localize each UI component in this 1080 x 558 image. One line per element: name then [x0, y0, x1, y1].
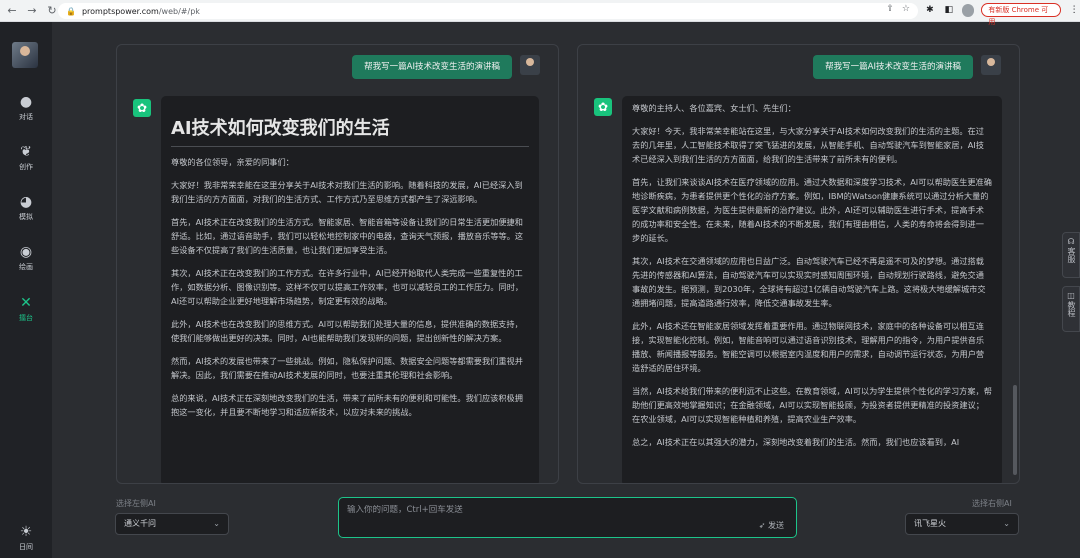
extensions-icon[interactable]: ✱: [924, 5, 936, 15]
send-button[interactable]: ➶ 发送: [759, 520, 784, 531]
scrollbar[interactable]: [1013, 385, 1017, 475]
question-input[interactable]: [347, 505, 727, 515]
address-bar[interactable]: 🔒 promptspower.com /web/#/pk ⇪ ☆: [58, 3, 918, 19]
answer-box: 尊敬的主持人、各位嘉宾、女士们、先生们： 大家好！今天，我非常荣幸能站在这里，与…: [622, 96, 1002, 483]
sidebar-item-label: 绘画: [19, 263, 33, 271]
chat-icon: ●: [19, 94, 33, 110]
question-input-box[interactable]: ➶ 发送: [338, 497, 797, 538]
left-ai-select[interactable]: 通义千问 ⌄: [115, 513, 229, 535]
browser-toolbar: ← → ↻ 🔒 promptspower.com /web/#/pk ⇪ ☆ ✱…: [0, 0, 1080, 26]
right-ai-value: 讯飞星火: [914, 519, 946, 528]
answer-paragraph: 尊敬的各位领导，亲爱的同事们：: [171, 157, 294, 167]
sidebar-item-daymode[interactable]: ☀ 日间: [0, 524, 52, 552]
chevron-down-icon: ⌄: [1003, 519, 1010, 528]
sidebar-item-label: 模拟: [19, 213, 33, 221]
forward-icon[interactable]: →: [24, 3, 40, 19]
star-icon[interactable]: ☆: [902, 4, 910, 14]
avatar[interactable]: [12, 42, 38, 68]
answer-paragraph: 首先，让我们来谈谈AI技术在医疗领域的应用。通过大数据和深度学习技术，AI可以帮…: [632, 177, 992, 243]
left-ai-value: 通义千问: [124, 519, 156, 528]
lock-icon: 🔒: [66, 6, 76, 16]
answer-paragraph: 其次，AI技术正在改变我们的工作方式。在许多行业中，AI已经开始取代人类完成一些…: [171, 268, 524, 306]
tab-label: 教程: [1067, 301, 1076, 317]
sidebar-item-label: 日间: [19, 543, 33, 551]
left-ai-label: 选择左侧AI: [116, 499, 156, 508]
answer-paragraph: 大家好！我非常荣幸能在这里分享关于AI技术对我们生活的影响。随着科技的发展，AI…: [171, 180, 523, 204]
user-message: 帮我写一篇AI技术改变生活的演讲稿: [352, 55, 512, 79]
send-label: 发送: [768, 521, 784, 530]
left-chat-panel: 帮我写一篇AI技术改变生活的演讲稿 ✿ AI技术如何改变我们的生活 尊敬的各位领…: [116, 44, 559, 484]
back-icon[interactable]: ←: [4, 3, 20, 19]
sidebar-item-create[interactable]: ❦ 创作: [0, 144, 52, 172]
answer-paragraph: 然而，AI技术的发展也带来了一些挑战。例如，隐私保护问题、数据安全问题等都需要我…: [171, 356, 523, 380]
answer-paragraph: 此外，AI技术也在改变我们的思维方式。AI可以帮助我们处理大量的信息，提供准确的…: [171, 319, 523, 343]
url-host: promptspower.com: [81, 6, 159, 16]
answer-paragraph: 总之，AI技术正在以其强大的潜力，深刻地改变着我们的生活。然而，我们也应该看到，…: [632, 437, 960, 447]
feather-icon: ❦: [20, 144, 32, 160]
answer-paragraph: 首先，AI技术正在改变我们的生活方式。智能家居、智能音箱等设备让我们的日常生活更…: [171, 217, 524, 255]
book-icon: ◫: [1067, 291, 1075, 300]
answer-paragraph: 尊敬的主持人、各位嘉宾、女士们、先生们：: [632, 103, 796, 113]
user-avatar: [981, 55, 1001, 75]
chrome-update-button[interactable]: 有新版 Chrome 可用: [981, 3, 1062, 26]
bot-icon: ✿: [133, 99, 151, 117]
sidebar-item-chat[interactable]: ● 对话: [0, 94, 52, 122]
sidebar-item-paint[interactable]: ◉ 绘画: [0, 244, 52, 272]
right-ai-select[interactable]: 讯飞星火 ⌄: [905, 513, 1019, 535]
sidepanel-icon[interactable]: ◧: [943, 5, 955, 15]
sidebar-item-arena[interactable]: ✕ 擂台: [0, 295, 52, 323]
sidebar-item-label: 创作: [19, 163, 33, 171]
sidebar: ● 对话 ❦ 创作 ◕ 模拟 ◉ 绘画 ✕ 擂台 ☀ 日间: [0, 22, 52, 558]
arena-icon: ✕: [20, 295, 32, 311]
profile-icon[interactable]: [961, 3, 975, 17]
answer-paragraph: 总的来说，AI技术正在深刻地改变我们的生活，带来了前所未有的便利和可能性。我们应…: [171, 393, 523, 417]
answer-paragraph: 当然，AI技术给我们带来的便利远不止这些。在教育领域，AI可以为学生提供个性化的…: [632, 386, 992, 424]
answer-paragraph: 此外，AI技术还在智能家居领域发挥着重要作用。通过物联网技术，家庭中的各种设备可…: [632, 321, 985, 373]
sun-icon: ☀: [19, 524, 33, 540]
share-icon[interactable]: ⇪: [886, 4, 894, 14]
palette-icon: ◉: [19, 244, 33, 260]
sidebar-item-label: 对话: [19, 113, 33, 121]
sidebar-item-label: 擂台: [19, 314, 33, 322]
sidebar-item-simulate[interactable]: ◕ 模拟: [0, 194, 52, 222]
user-avatar: [520, 55, 540, 75]
answer-paragraph: 其次，AI技术在交通领域的应用也日益广泛。自动驾驶汽车已经不再是遥不可及的梦想。…: [632, 256, 986, 308]
bot-icon: ✿: [594, 98, 612, 116]
tab-label: 客服: [1067, 247, 1076, 263]
answer-title: AI技术如何改变我们的生活: [171, 114, 529, 147]
tutorial-tab[interactable]: ◫ 教程: [1062, 286, 1080, 332]
headset-icon: ☊: [1067, 237, 1075, 246]
right-chat-panel: 帮我写一篇AI技术改变生活的演讲稿 ✿ 尊敬的主持人、各位嘉宾、女士们、先生们：…: [577, 44, 1020, 484]
answer-paragraph: 大家好！今天，我非常荣幸能站在这里，与大家分享关于AI技术如何改变我们的生活的主…: [632, 126, 984, 164]
customer-service-tab[interactable]: ☊ 客服: [1062, 232, 1080, 278]
right-ai-label: 选择右侧AI: [972, 499, 1012, 508]
simulate-icon: ◕: [19, 194, 33, 210]
url-path: /web/#/pk: [158, 6, 200, 16]
chevron-down-icon: ⌄: [213, 519, 220, 528]
answer-box: AI技术如何改变我们的生活 尊敬的各位领导，亲爱的同事们： 大家好！我非常荣幸能…: [161, 96, 539, 483]
send-icon: ➶: [758, 521, 766, 530]
user-message: 帮我写一篇AI技术改变生活的演讲稿: [813, 55, 973, 79]
menu-icon[interactable]: ⋮: [1068, 5, 1080, 15]
